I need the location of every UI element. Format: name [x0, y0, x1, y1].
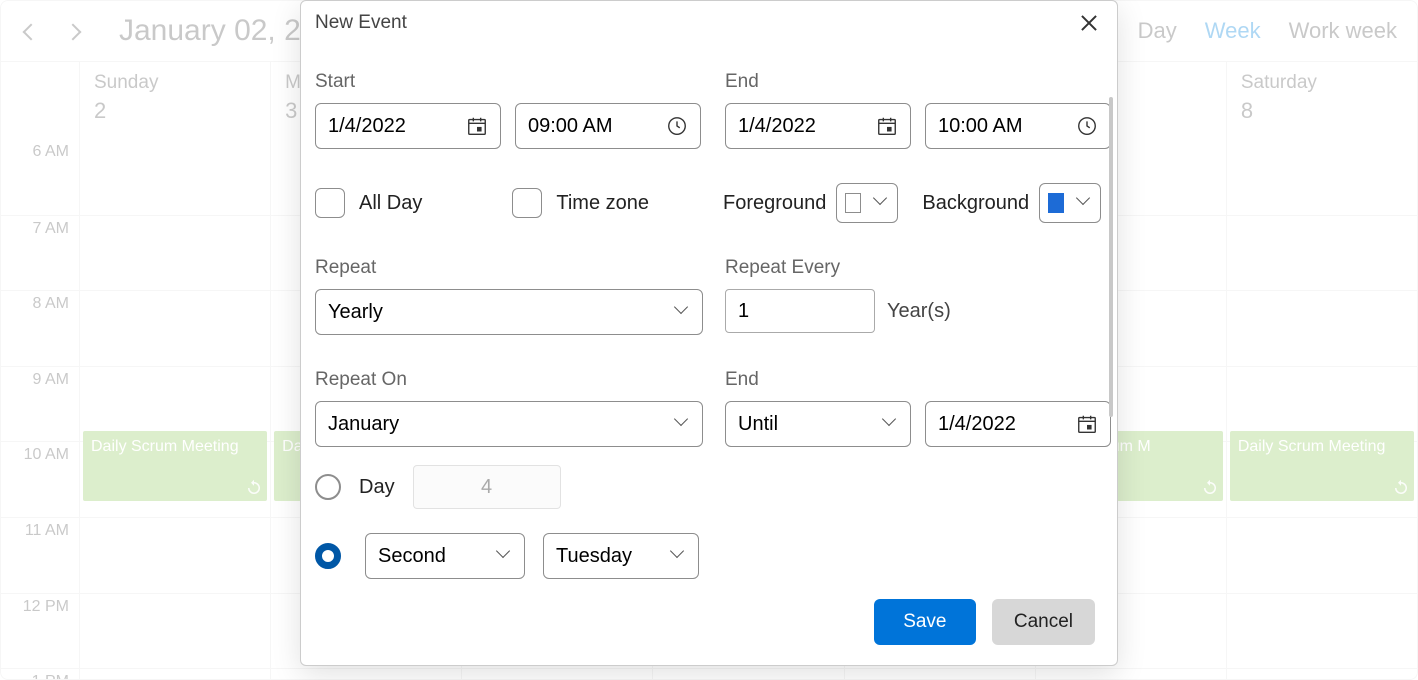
timezone-checkbox[interactable]	[512, 188, 542, 218]
repeat-on-day-number: 4	[413, 465, 561, 509]
start-date-input[interactable]	[315, 103, 501, 149]
calendar-icon	[876, 115, 898, 137]
repeat-ordinal-select[interactable]: Second	[365, 533, 525, 579]
repeat-weekday-select[interactable]: Tuesday	[543, 533, 699, 579]
end-mode-select[interactable]: Until	[725, 401, 911, 447]
repeat-on-month-select[interactable]: January	[315, 401, 703, 447]
start-label: Start	[315, 71, 703, 93]
new-event-dialog: New Event Start	[300, 0, 1118, 666]
chevron-down-icon	[884, 417, 898, 431]
chevron-down-icon	[672, 549, 686, 563]
repeat-label: Repeat	[315, 257, 703, 279]
timezone-label: Time zone	[556, 192, 649, 215]
chevron-down-icon	[676, 305, 690, 319]
color-swatch	[845, 193, 861, 213]
clock-icon	[1076, 115, 1098, 137]
repeat-select[interactable]: Yearly	[315, 289, 703, 335]
cancel-button[interactable]: Cancel	[992, 599, 1095, 645]
allday-label: All Day	[359, 192, 422, 215]
end-time-input[interactable]	[925, 103, 1111, 149]
scrollbar-thumb[interactable]	[1109, 97, 1113, 417]
repeat-every-unit: Year(s)	[887, 300, 951, 323]
foreground-color-select[interactable]	[836, 183, 898, 223]
repeat-on-day-label: Day	[359, 476, 395, 499]
end-label: End	[725, 71, 1111, 93]
end-until-date-input[interactable]	[925, 401, 1111, 447]
calendar-icon	[466, 115, 488, 137]
clock-icon	[666, 115, 688, 137]
repeat-on-day-radio[interactable]	[315, 474, 341, 500]
dialog-title: New Event	[315, 12, 407, 34]
recurrence-end-label: End	[725, 369, 1111, 391]
repeat-on-ordinal-radio[interactable]	[315, 543, 341, 569]
repeat-every-input[interactable]	[725, 289, 875, 333]
allday-checkbox[interactable]	[315, 188, 345, 218]
foreground-label: Foreground	[723, 192, 826, 215]
end-date-input[interactable]	[725, 103, 911, 149]
repeat-every-label: Repeat Every	[725, 257, 1111, 279]
close-button[interactable]	[1075, 9, 1103, 37]
repeat-on-label: Repeat On	[315, 369, 703, 391]
background-label: Background	[922, 192, 1029, 215]
chevron-down-icon	[875, 196, 889, 210]
start-time-input[interactable]	[515, 103, 701, 149]
chevron-down-icon	[1078, 196, 1092, 210]
chevron-down-icon	[498, 549, 512, 563]
calendar-icon	[1076, 413, 1098, 435]
color-swatch	[1048, 193, 1064, 213]
save-button[interactable]: Save	[874, 599, 976, 645]
background-color-select[interactable]	[1039, 183, 1101, 223]
chevron-down-icon	[676, 417, 690, 431]
